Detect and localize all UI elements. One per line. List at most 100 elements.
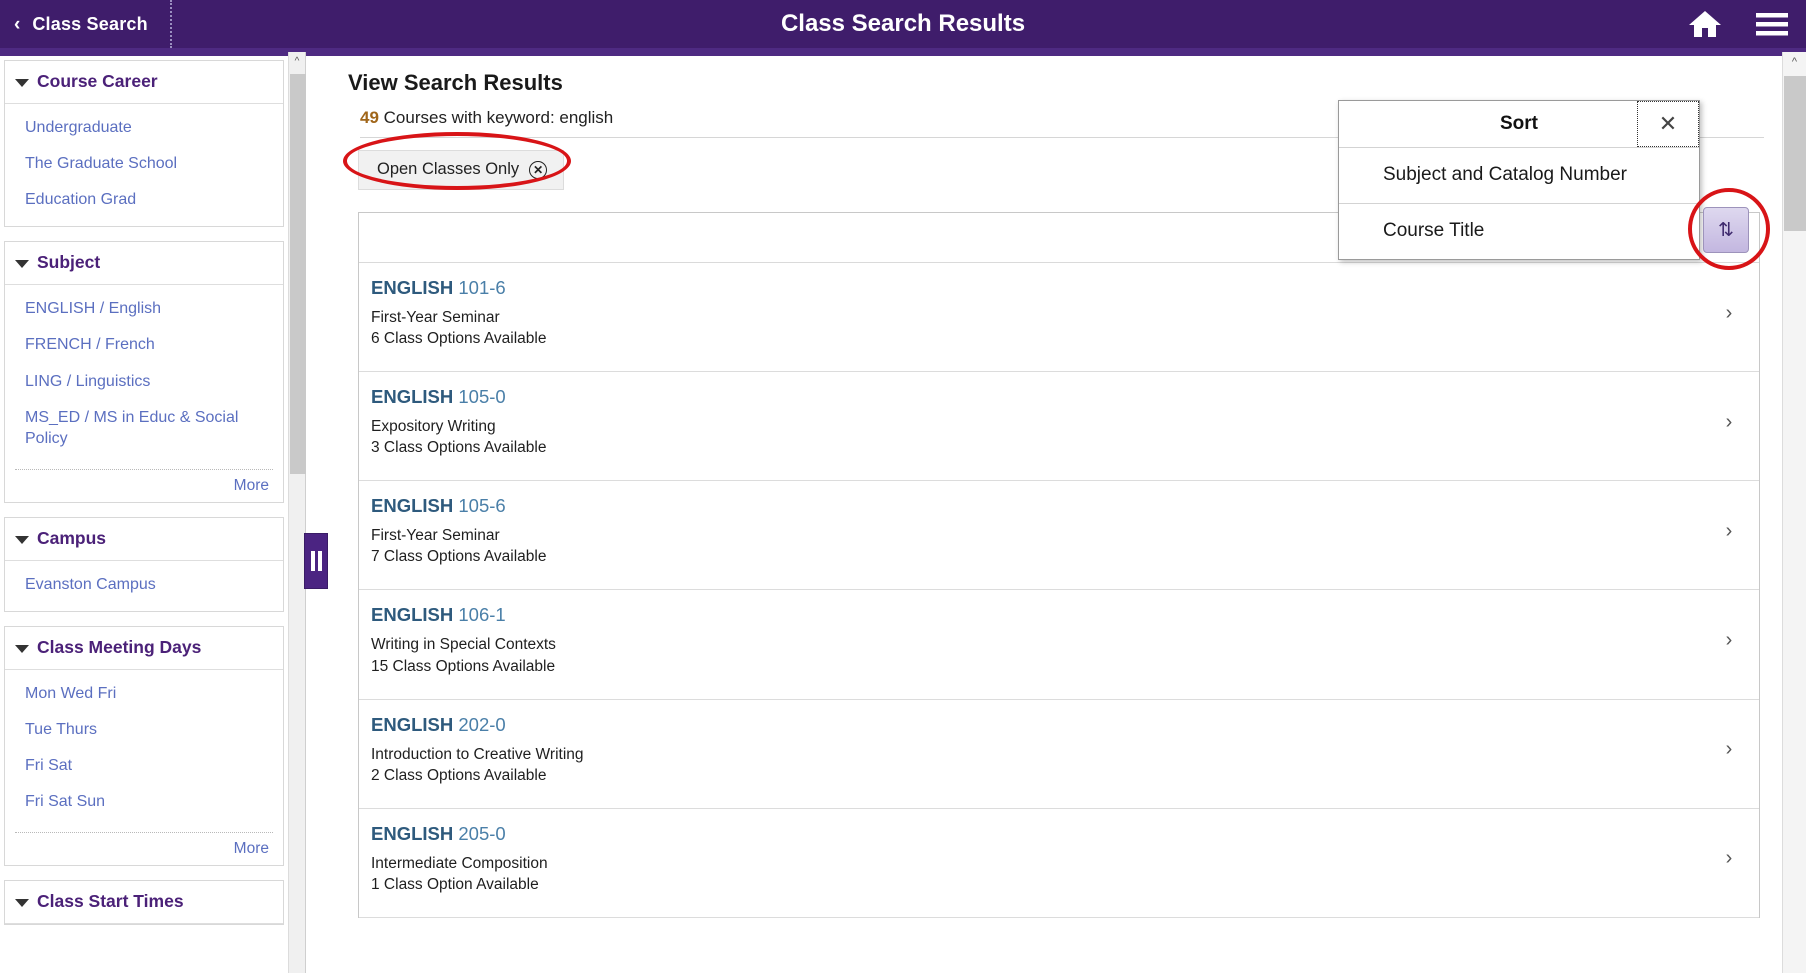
close-x-icon[interactable]: ✕ [1637, 101, 1699, 147]
hamburger-menu-icon[interactable] [1756, 12, 1788, 36]
facet-header-class-start-times[interactable]: Class Start Times [5, 881, 283, 925]
course-options: 1 Class Option Available [371, 875, 539, 893]
facet-title: Course Career [37, 71, 158, 91]
chevron-right-icon[interactable]: › [1699, 629, 1759, 652]
course-info: ENGLISH 106-1 Writing in Special Context… [359, 604, 1699, 676]
course-subject: ENGLISH [371, 495, 454, 517]
facet-item-tue-thurs[interactable]: Tue Thurs [5, 712, 283, 748]
sidebar-scrollbar[interactable]: ^ [288, 52, 306, 973]
facet-class-start-times: Class Start Times [4, 880, 284, 926]
course-info: ENGLISH 105-0 Expository Writing 3 Class… [359, 386, 1699, 458]
course-title: Writing in Special Contexts [371, 636, 556, 654]
result-count-text: Courses with keyword: english [383, 108, 614, 127]
course-code: ENGLISH 205-0 [371, 823, 1699, 845]
home-icon[interactable] [1688, 9, 1722, 39]
course-number: 105-0 [458, 386, 506, 408]
course-title: Intermediate Composition [371, 854, 548, 872]
facet-header-subject[interactable]: Subject [5, 242, 283, 286]
sidebar-collapse-handle[interactable] [304, 533, 328, 589]
course-title: First-Year Seminar [371, 309, 500, 326]
app-header: ‹ Class Search Class Search Results [0, 0, 1806, 48]
facet-course-career: Course Career Undergraduate The Graduate… [4, 60, 284, 228]
facet-item-french[interactable]: FRENCH / French [5, 327, 283, 363]
caret-down-icon [15, 644, 29, 653]
facet-campus: Campus Evanston Campus [4, 516, 284, 612]
facet-body: Undergraduate The Graduate School Educat… [5, 104, 283, 226]
table-row[interactable]: ENGLISH 205-0 Intermediate Composition 1… [359, 809, 1759, 918]
facet-subject: Subject ENGLISH / English FRENCH / Frenc… [4, 241, 284, 503]
chevron-right-icon[interactable]: › [1699, 520, 1759, 543]
course-subject: ENGLISH [371, 386, 454, 408]
page-title: View Search Results [348, 70, 563, 95]
chevron-up-icon[interactable]: ^ [289, 52, 305, 70]
facet-title: Class Meeting Days [37, 636, 202, 657]
chevron-right-icon[interactable]: › [1699, 738, 1759, 761]
header-underline [0, 48, 1806, 56]
facet-item-the-graduate-school[interactable]: The Graduate School [5, 146, 283, 182]
chevron-right-icon[interactable]: › [1699, 847, 1759, 870]
circle-x-icon[interactable]: ✕ [529, 160, 548, 179]
facet-item-evanston-campus[interactable]: Evanston Campus [5, 567, 283, 603]
facet-item-mon-wed-fri[interactable]: Mon Wed Fri [5, 676, 283, 712]
facet-body: ENGLISH / English FRENCH / French LING /… [5, 285, 283, 465]
table-row[interactable]: ENGLISH 202-0 Introduction to Creative W… [359, 700, 1759, 809]
chevron-right-icon[interactable]: › [1699, 411, 1759, 434]
facet-sidebar: Course Career Undergraduate The Graduate… [0, 56, 288, 973]
course-subject: ENGLISH [371, 277, 454, 298]
pause-bar-left-icon [310, 551, 315, 571]
result-count-number: 49 [360, 108, 379, 127]
filter-chip-label: Open Classes Only [377, 160, 520, 178]
course-code: ENGLISH 105-0 [371, 386, 1699, 408]
chevron-right-icon[interactable]: › [1699, 302, 1759, 325]
page-title-header: Class Search Results [780, 10, 1026, 37]
sidebar-scrollbar-thumb[interactable] [290, 74, 306, 474]
facet-item-fri-sat[interactable]: Fri Sat [5, 748, 283, 784]
facet-body: Mon Wed Fri Tue Thurs Fri Sat Fri Sat Su… [5, 670, 283, 828]
caret-down-icon [15, 260, 29, 269]
sort-popup-title: Sort [1500, 113, 1538, 134]
facet-header-class-meeting-days[interactable]: Class Meeting Days [5, 627, 283, 670]
table-row[interactable]: ENGLISH 106-1 Writing in Special Context… [359, 590, 1759, 700]
facet-more-class-meeting-days[interactable]: More [5, 833, 283, 865]
course-number: 202-0 [458, 713, 506, 735]
chevron-left-icon: ‹ [14, 13, 21, 35]
sort-option-subject-and-catalog-number[interactable]: Subject and Catalog Number [1339, 148, 1699, 204]
sort-updown-arrows-icon[interactable]: ⇅ [1703, 207, 1749, 253]
table-row[interactable]: ENGLISH 105-0 Expository Writing 3 Class… [359, 372, 1759, 482]
header-actions [1688, 0, 1788, 48]
course-subject: ENGLISH [371, 604, 454, 626]
course-code: ENGLISH 202-0 [371, 714, 1699, 736]
facet-item-ms-ed[interactable]: MS_ED / MS in Educ & Social Policy [5, 400, 283, 457]
facet-item-fri-sat-sun[interactable]: Fri Sat Sun [5, 784, 283, 820]
facet-item-education-grad[interactable]: Education Grad [5, 182, 283, 218]
main-scrollbar-thumb[interactable] [1784, 76, 1806, 231]
facet-header-course-career[interactable]: Course Career [5, 61, 283, 104]
course-options: 15 Class Options Available [371, 657, 556, 675]
facet-header-campus[interactable]: Campus [5, 518, 283, 561]
filter-chip-open-classes-only[interactable]: Open Classes Only ✕ [358, 150, 565, 190]
main-scrollbar[interactable]: ^ [1782, 52, 1806, 973]
course-title: First-Year Seminar [371, 527, 500, 545]
facet-item-ling[interactable]: LING / Linguistics [5, 364, 283, 400]
back-to-class-search-button[interactable]: ‹ Class Search [0, 0, 172, 48]
caret-down-icon [15, 79, 29, 87]
course-info: ENGLISH 105-6 First-Year Seminar 7 Class… [359, 495, 1699, 567]
table-row[interactable]: ENGLISH 101-6 First-Year Seminar 6 Class… [359, 263, 1759, 373]
course-options: 3 Class Options Available [371, 439, 547, 457]
course-code: ENGLISH 101-6 [371, 277, 1699, 299]
course-code: ENGLISH 106-1 [371, 604, 1699, 626]
table-row[interactable]: ENGLISH 105-6 First-Year Seminar 7 Class… [359, 481, 1759, 591]
back-button-label: Class Search [32, 13, 148, 34]
course-number: 205-0 [458, 822, 506, 844]
course-number: 106-1 [458, 604, 506, 626]
chevron-up-icon[interactable]: ^ [1783, 52, 1806, 72]
course-title: Expository Writing [371, 418, 496, 436]
course-info: ENGLISH 202-0 Introduction to Creative W… [359, 714, 1699, 786]
facet-item-undergraduate[interactable]: Undergraduate [5, 110, 283, 146]
facet-item-english[interactable]: ENGLISH / English [5, 291, 283, 327]
sort-option-course-title[interactable]: Course Title [1339, 204, 1699, 259]
pause-bar-right-icon [317, 551, 322, 571]
facet-more-subject[interactable]: More [5, 470, 283, 502]
course-subject: ENGLISH [371, 713, 454, 735]
course-number: 105-6 [458, 495, 506, 517]
